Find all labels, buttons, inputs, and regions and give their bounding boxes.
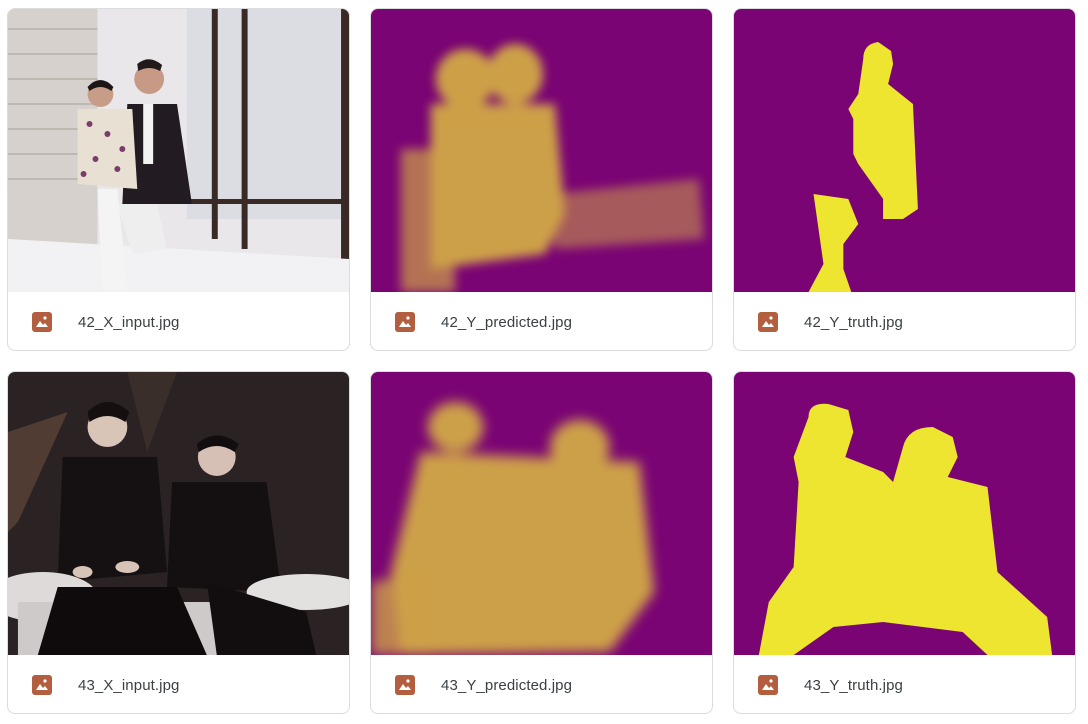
file-card-42-y-truth[interactable]: 42_Y_truth.jpg xyxy=(733,8,1076,351)
file-card-43-x-input[interactable]: 43_X_input.jpg xyxy=(7,371,350,714)
file-name: 42_Y_predicted.jpg xyxy=(441,313,573,331)
file-name: 43_X_input.jpg xyxy=(78,676,180,694)
image-icon xyxy=(32,312,52,332)
file-name: 42_X_input.jpg xyxy=(78,313,180,331)
file-footer: 42_Y_predicted.jpg xyxy=(371,292,712,350)
file-card-43-y-predicted[interactable]: 43_Y_predicted.jpg xyxy=(370,371,713,714)
file-name: 43_Y_truth.jpg xyxy=(804,676,903,694)
thumbnail-43-x-input xyxy=(8,372,349,655)
file-footer: 42_Y_truth.jpg xyxy=(734,292,1075,350)
image-icon xyxy=(395,675,415,695)
file-card-43-y-truth[interactable]: 43_Y_truth.jpg xyxy=(733,371,1076,714)
thumbnail-43-y-truth xyxy=(734,372,1075,655)
image-icon xyxy=(395,312,415,332)
file-footer: 42_X_input.jpg xyxy=(8,292,349,350)
file-name: 42_Y_truth.jpg xyxy=(804,313,903,331)
thumbnail-43-y-predicted xyxy=(371,372,712,655)
thumbnail-42-x-input xyxy=(8,9,349,292)
file-card-42-y-predicted[interactable]: 42_Y_predicted.jpg xyxy=(370,8,713,351)
file-footer: 43_Y_predicted.jpg xyxy=(371,655,712,713)
file-footer: 43_Y_truth.jpg xyxy=(734,655,1075,713)
file-footer: 43_X_input.jpg xyxy=(8,655,349,713)
image-icon xyxy=(32,675,52,695)
file-card-42-x-input[interactable]: 42_X_input.jpg xyxy=(7,8,350,351)
image-icon xyxy=(758,312,778,332)
thumbnail-42-y-predicted xyxy=(371,9,712,292)
thumbnail-42-y-truth xyxy=(734,9,1075,292)
image-icon xyxy=(758,675,778,695)
file-name: 43_Y_predicted.jpg xyxy=(441,676,573,694)
